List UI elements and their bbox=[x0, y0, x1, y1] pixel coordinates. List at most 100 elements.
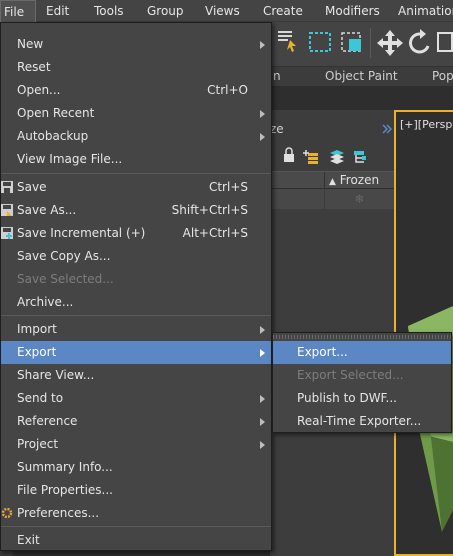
menu-item-save-incremental[interactable]: Save Incremental (+) Alt+Ctrl+S bbox=[1, 222, 271, 245]
menu-item-export-label: Export bbox=[17, 345, 57, 359]
main-toolbar bbox=[270, 22, 453, 66]
scene-explorer-title-text: ze bbox=[270, 122, 284, 136]
menu-item-new[interactable]: New bbox=[1, 33, 271, 56]
menu-item-exit[interactable]: Exit bbox=[1, 529, 271, 552]
menu-group[interactable]: Group bbox=[147, 0, 184, 22]
lock-icon bbox=[284, 147, 294, 162]
menu-item-save-incremental-label: Save Incremental (+) bbox=[17, 226, 146, 240]
menu-item-file-properties-label: File Properties... bbox=[17, 483, 113, 497]
scene-explorer-toolbar bbox=[270, 143, 394, 171]
menu-item-archive[interactable]: Archive... bbox=[1, 291, 271, 314]
menu-item-save-selected: Save Selected... bbox=[1, 268, 271, 291]
menu-separator bbox=[1, 173, 271, 174]
menu-item-open-label: Open... bbox=[17, 83, 61, 97]
submenu-arrow-icon bbox=[260, 349, 265, 357]
ribbon-tab-populate[interactable]: Pop bbox=[432, 69, 453, 83]
ribbon-tab-object-paint[interactable]: Object Paint bbox=[325, 69, 398, 83]
menu-item-import-label: Import bbox=[17, 322, 57, 336]
menu-item-share-view-label: Share View... bbox=[17, 368, 95, 382]
menu-views[interactable]: Views bbox=[205, 0, 240, 22]
menu-item-summary-info[interactable]: Summary Info... bbox=[1, 456, 271, 479]
menu-item-open-recent[interactable]: Open Recent bbox=[1, 102, 271, 125]
menu-item-export-selected-label: Export Selected... bbox=[297, 368, 404, 382]
menu-item-exit-label: Exit bbox=[17, 533, 40, 547]
menu-item-file-properties[interactable]: File Properties... bbox=[1, 479, 271, 502]
menu-item-view-image-file[interactable]: View Image File... bbox=[1, 148, 271, 171]
menu-item-project[interactable]: Project bbox=[1, 433, 271, 456]
menu-item-open[interactable]: Open... Ctrl+O bbox=[1, 79, 271, 102]
submenu-arrow-icon bbox=[260, 418, 265, 426]
menu-item-project-label: Project bbox=[17, 437, 59, 451]
menu-item-save-label: Save bbox=[17, 180, 47, 194]
menu-item-preferences[interactable]: Preferences... bbox=[1, 502, 271, 525]
menu-item-reset[interactable]: Reset bbox=[1, 56, 271, 79]
shortcut-save-incremental: Alt+Ctrl+S bbox=[182, 226, 248, 240]
menu-edit[interactable]: Edit bbox=[46, 0, 69, 22]
menu-item-export[interactable]: Export bbox=[1, 341, 271, 364]
menu-modifiers[interactable]: Modifiers bbox=[325, 0, 380, 22]
menu-item-save-copy-as[interactable]: Save Copy As... bbox=[1, 245, 271, 268]
menu-item-export-selected: Export Selected... bbox=[273, 364, 451, 387]
menu-separator bbox=[1, 526, 271, 527]
submenu-arrow-icon bbox=[260, 395, 265, 403]
menu-item-publish-dwf-label: Publish to DWF... bbox=[297, 391, 397, 405]
hierarchy-icon bbox=[354, 151, 366, 163]
menu-item-share-view[interactable]: Share View... bbox=[1, 364, 271, 387]
menu-item-save[interactable]: Save Ctrl+S bbox=[1, 176, 271, 199]
shortcut-save-as: Shift+Ctrl+S bbox=[171, 203, 248, 217]
menu-item-view-image-file-label: View Image File... bbox=[17, 152, 123, 166]
menu-tools[interactable]: Tools bbox=[94, 0, 124, 22]
scene-toolbar-icons bbox=[270, 147, 366, 165]
shortcut-open: Ctrl+O bbox=[207, 83, 248, 97]
save-incremental-icon bbox=[1, 227, 13, 239]
menu-item-save-as[interactable]: Save As... Shift+Ctrl+S bbox=[1, 199, 271, 222]
frozen-toggle-icon[interactable]: ❄ bbox=[324, 189, 394, 209]
menu-separator bbox=[1, 315, 271, 316]
ribbon-tab-fragment[interactable]: n bbox=[273, 69, 281, 83]
menu-item-publish-dwf[interactable]: Publish to DWF... bbox=[273, 387, 451, 410]
menu-item-real-time-exporter[interactable]: Real-Time Exporter... bbox=[273, 410, 451, 433]
rect-selection-icon bbox=[309, 32, 331, 52]
panel-expand-icon[interactable] bbox=[382, 124, 392, 134]
menu-animation[interactable]: Animation bbox=[398, 0, 453, 22]
menu-item-send-to[interactable]: Send to bbox=[1, 387, 271, 410]
column-header-frozen[interactable]: ▲ Frozen bbox=[324, 172, 394, 189]
panel-gap bbox=[270, 86, 453, 110]
menu-item-send-to-label: Send to bbox=[17, 391, 64, 405]
submenu-arrow-icon bbox=[260, 133, 265, 141]
menu-create[interactable]: Create bbox=[263, 0, 303, 22]
shortcut-save: Ctrl+S bbox=[208, 180, 248, 194]
menu-item-save-selected-label: Save Selected... bbox=[17, 272, 114, 286]
scene-explorer-header: ▲ Frozen bbox=[270, 171, 394, 189]
window-crossing-icon bbox=[341, 32, 361, 52]
add-layer-icon bbox=[303, 150, 318, 164]
menu-item-archive-label: Archive... bbox=[17, 295, 74, 309]
menu-item-import[interactable]: Import bbox=[1, 318, 271, 341]
file-menu: New Reset Open... Ctrl+O Open Recent Auto… bbox=[0, 22, 272, 551]
save-icon bbox=[1, 181, 13, 193]
layers-stack-icon bbox=[330, 150, 344, 164]
export-submenu: Export... Export Selected... Publish to … bbox=[272, 332, 452, 433]
menu-item-preferences-label: Preferences... bbox=[17, 506, 100, 520]
menu-item-autobackup[interactable]: Autobackup bbox=[1, 125, 271, 148]
menu-item-summary-info-label: Summary Info... bbox=[17, 460, 113, 474]
menu-item-open-recent-label: Open Recent bbox=[17, 106, 95, 120]
menu-item-real-time-exporter-label: Real-Time Exporter... bbox=[297, 414, 422, 428]
column-header-frozen-label: Frozen bbox=[339, 173, 380, 187]
submenu-arrow-icon bbox=[260, 441, 265, 449]
menu-item-export-file-label: Export... bbox=[297, 345, 348, 359]
save-as-icon bbox=[1, 204, 13, 216]
scene-row[interactable]: ❄ bbox=[270, 189, 394, 209]
preferences-gear-icon bbox=[1, 507, 13, 519]
menu-item-reference-label: Reference bbox=[17, 414, 78, 428]
sort-ascending-icon: ▲ bbox=[329, 177, 336, 187]
menu-item-reference[interactable]: Reference bbox=[1, 410, 271, 433]
menu-file[interactable]: File bbox=[0, 0, 36, 23]
toolbar-icons bbox=[278, 28, 453, 58]
menu-item-new-label: New bbox=[17, 37, 44, 51]
menu-item-export-file[interactable]: Export... bbox=[273, 341, 451, 364]
menu-item-autobackup-label: Autobackup bbox=[17, 129, 89, 143]
scene-explorer-title: ze bbox=[270, 120, 394, 140]
move-icon bbox=[377, 30, 403, 56]
submenu-arrow-icon bbox=[260, 41, 265, 49]
